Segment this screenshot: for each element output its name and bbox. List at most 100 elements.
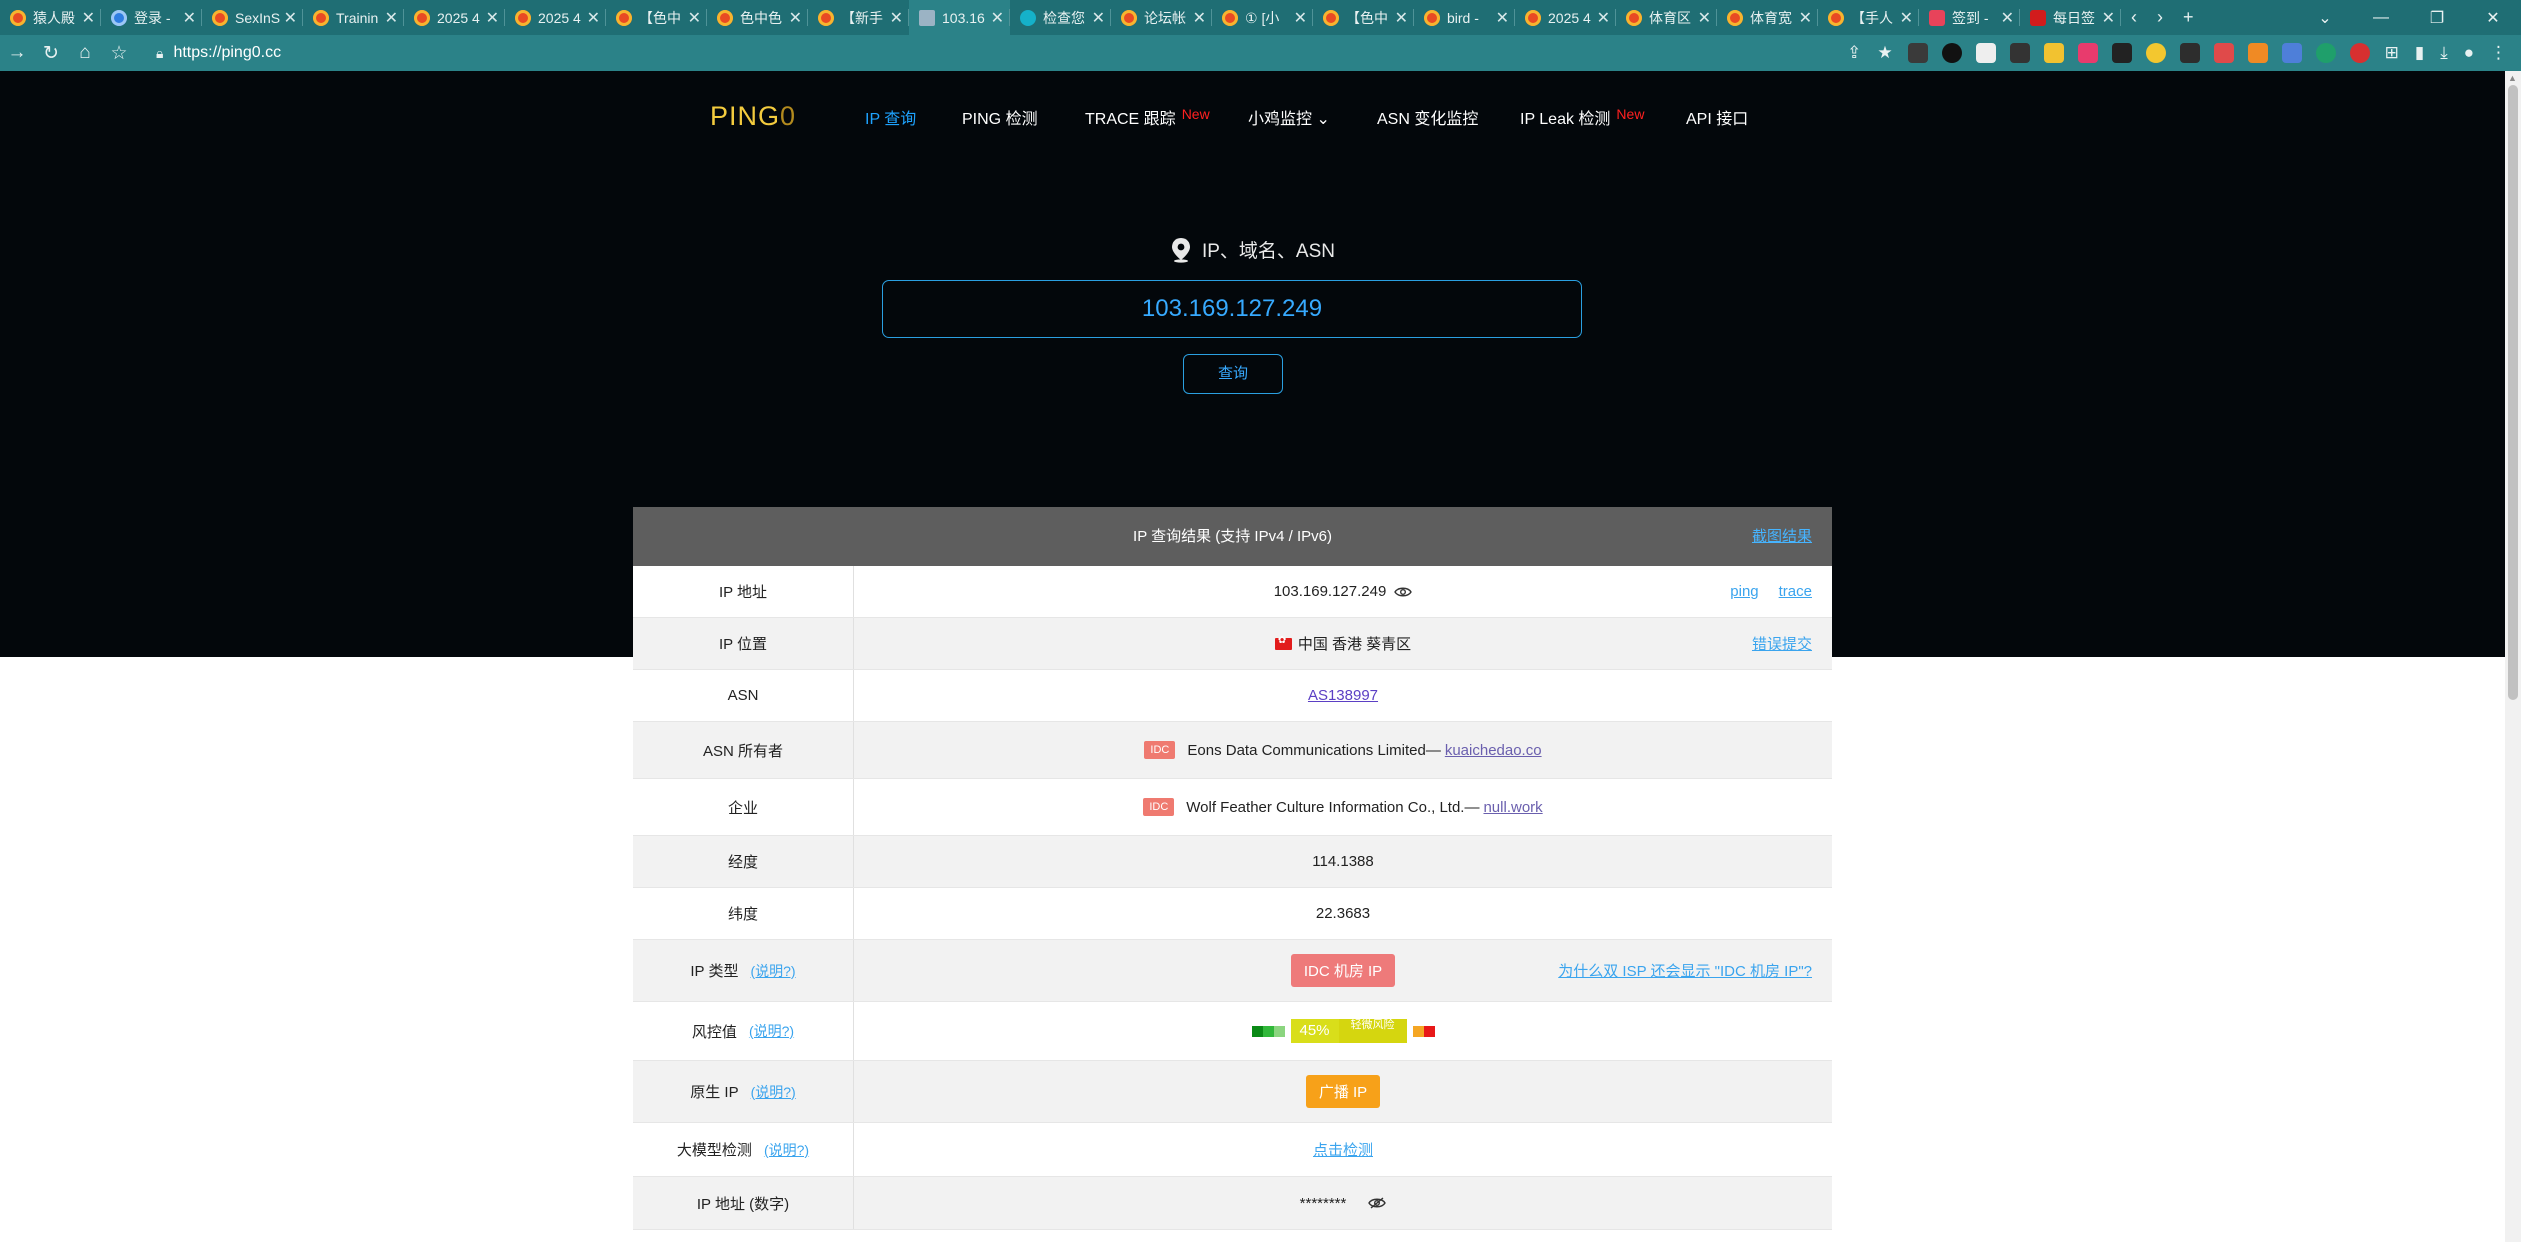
home-icon[interactable]: ⌂ — [68, 42, 102, 64]
scroll-up-icon[interactable]: ▲ — [2508, 73, 2517, 83]
close-tab-icon[interactable]: ✕ — [1698, 8, 1711, 28]
browser-tab[interactable]: 论坛帐 ✕ — [1111, 0, 1212, 35]
extension-icon[interactable] — [2009, 43, 2030, 63]
browser-tab[interactable]: 2025 4 ✕ — [1515, 0, 1616, 35]
why-idc-link[interactable]: 为什么双 ISP 还会显示 "IDC 机房 IP"? — [1558, 960, 1812, 981]
download-icon[interactable]: ⤓ — [2440, 43, 2448, 63]
close-tab-icon[interactable]: ✕ — [1496, 8, 1509, 28]
browser-tab[interactable]: bird - ✕ — [1414, 0, 1515, 35]
asn-link[interactable]: AS138997 — [1308, 687, 1378, 704]
page-scrollbar[interactable]: ▲ — [2505, 71, 2521, 1242]
browser-tab[interactable]: 登录 - ✕ — [101, 0, 202, 35]
close-tab-icon[interactable]: ✕ — [890, 8, 903, 28]
extension-icon[interactable] — [2315, 43, 2336, 63]
tab-scroll-right-icon[interactable]: › — [2147, 7, 2173, 28]
close-window-button[interactable]: ✕ — [2465, 8, 2521, 28]
extension-icon[interactable] — [2043, 43, 2064, 63]
close-tab-icon[interactable]: ✕ — [587, 8, 600, 28]
close-tab-icon[interactable]: ✕ — [2102, 8, 2115, 28]
close-tab-icon[interactable]: ✕ — [1395, 8, 1408, 28]
help-link[interactable]: (说明?) — [751, 1082, 796, 1102]
close-tab-icon[interactable]: ✕ — [688, 8, 701, 28]
nav-item[interactable]: IP Leak 检测 New — [1520, 105, 1644, 129]
search-input[interactable] — [882, 280, 1582, 338]
extension-icon[interactable] — [2349, 43, 2370, 63]
query-button[interactable]: 查询 — [1183, 354, 1283, 394]
close-tab-icon[interactable]: ✕ — [1193, 8, 1206, 28]
close-tab-icon[interactable]: ✕ — [486, 8, 499, 28]
screenshot-result-link[interactable]: 截图结果 — [1752, 507, 1812, 566]
restore-button[interactable]: ❐ — [2409, 8, 2465, 28]
forward-icon[interactable]: → — [0, 42, 34, 64]
share-icon[interactable]: ⇪ — [1847, 43, 1861, 63]
asn-owner-domain-link[interactable]: kuaichedao.co — [1445, 742, 1542, 759]
extension-icon[interactable] — [2111, 43, 2132, 63]
extension-icon[interactable] — [2281, 43, 2302, 63]
browser-tab[interactable]: 猿人殿 ✕ — [0, 0, 101, 35]
nav-item[interactable]: IP 查询 — [865, 105, 916, 129]
extension-icon[interactable] — [2179, 43, 2200, 63]
nav-item[interactable]: TRACE 跟踪 New — [1085, 105, 1210, 129]
extension-icon[interactable] — [2145, 43, 2166, 63]
nav-item[interactable]: PING 检测 — [962, 105, 1038, 129]
trace-link[interactable]: trace — [1779, 583, 1812, 600]
lock-icon[interactable]: 🔒︎ — [156, 45, 163, 62]
browser-tab[interactable]: 检查您 ✕ — [1010, 0, 1111, 35]
star-icon[interactable]: ★ — [1877, 43, 1892, 63]
extension-icon[interactable] — [1907, 43, 1928, 63]
nav-item[interactable]: ASN 变化监控 — [1377, 105, 1478, 129]
extension-icon[interactable] — [1975, 43, 1996, 63]
organization-domain-link[interactable]: null.work — [1483, 799, 1542, 816]
help-link[interactable]: (说明?) — [750, 961, 795, 981]
bookmark-star-icon[interactable]: ☆ — [102, 42, 136, 65]
extensions-puzzle-icon[interactable]: ⊞ — [2385, 43, 2399, 63]
tab-search-icon[interactable]: ⌄ — [2297, 8, 2353, 28]
scrollbar-thumb[interactable] — [2508, 85, 2518, 700]
close-tab-icon[interactable]: ✕ — [1799, 8, 1812, 28]
browser-tab[interactable]: SexInS ✕ — [202, 0, 303, 35]
new-tab-button[interactable]: + — [2173, 7, 2204, 28]
nav-item[interactable]: API 接口 — [1686, 105, 1748, 129]
extension-icon[interactable] — [2213, 43, 2234, 63]
browser-tab[interactable]: 每日签 ✕ — [2020, 0, 2121, 35]
browser-tab[interactable]: 【手人 ✕ — [1818, 0, 1919, 35]
address-bar[interactable]: https://ping0.cc — [173, 44, 281, 62]
browser-tab[interactable]: 色中色 ✕ — [707, 0, 808, 35]
close-tab-icon[interactable]: ✕ — [385, 8, 398, 28]
reload-icon[interactable]: ↻ — [34, 42, 68, 65]
close-tab-icon[interactable]: ✕ — [1597, 8, 1610, 28]
browser-tab[interactable]: Trainin ✕ — [303, 0, 404, 35]
close-tab-icon[interactable]: ✕ — [1092, 8, 1105, 28]
browser-tab[interactable]: 2025 4 ✕ — [404, 0, 505, 35]
tab-scroll-left-icon[interactable]: ‹ — [2121, 7, 2147, 28]
browser-tab[interactable]: 2025 4 ✕ — [505, 0, 606, 35]
browser-tab[interactable]: 【色中 ✕ — [606, 0, 707, 35]
extension-icon[interactable] — [2077, 43, 2098, 63]
extension-icon[interactable] — [2247, 43, 2268, 63]
browser-tab[interactable]: 体育区 ✕ — [1616, 0, 1717, 35]
close-tab-icon[interactable]: ✕ — [991, 8, 1004, 28]
browser-tab[interactable]: ① [小 ✕ — [1212, 0, 1313, 35]
eye-icon[interactable] — [1394, 586, 1413, 598]
eye-off-icon[interactable] — [1368, 1197, 1387, 1209]
browser-tab[interactable]: 103.16 ✕ — [909, 0, 1010, 35]
close-tab-icon[interactable]: ✕ — [789, 8, 802, 28]
close-tab-icon[interactable]: ✕ — [1900, 8, 1913, 28]
nav-item[interactable]: 小鸡监控 ⌄ — [1248, 105, 1330, 129]
site-logo[interactable]: PING0 — [710, 101, 796, 132]
browser-tab[interactable]: 体育宽 ✕ — [1717, 0, 1818, 35]
ping-link[interactable]: ping — [1730, 583, 1758, 600]
browser-tab[interactable]: 【新手 ✕ — [808, 0, 909, 35]
help-link[interactable]: (说明?) — [764, 1140, 809, 1160]
browser-tab[interactable]: 签到 - ✕ — [1919, 0, 2020, 35]
browser-tab[interactable]: 【色中 ✕ — [1313, 0, 1414, 35]
sidebar-icon[interactable]: ▮ — [2415, 43, 2424, 63]
minimize-button[interactable]: — — [2353, 9, 2409, 27]
close-tab-icon[interactable]: ✕ — [2001, 8, 2014, 28]
error-report-link[interactable]: 错误提交 — [1752, 633, 1812, 654]
menu-icon[interactable]: ⋮ — [2490, 43, 2507, 63]
extension-icon[interactable] — [1941, 43, 1962, 63]
click-detect-link[interactable]: 点击检测 — [1313, 1123, 1373, 1176]
profile-icon[interactable]: ● — [2464, 43, 2474, 63]
close-tab-icon[interactable]: ✕ — [284, 8, 297, 28]
